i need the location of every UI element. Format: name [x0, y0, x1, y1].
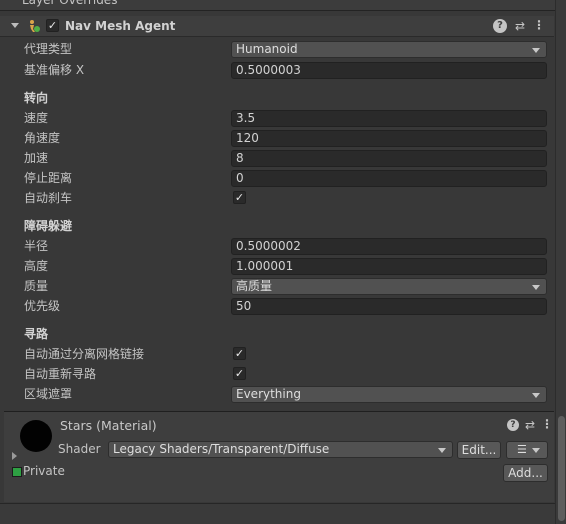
height-field[interactable]: 1.000001: [231, 258, 547, 275]
list-icon: ☰: [517, 443, 527, 456]
area-mask-label: 区域遮罩: [24, 387, 73, 401]
angular-speed-label: 角速度: [24, 131, 61, 145]
shader-label: Shader: [58, 442, 101, 456]
stopping-distance-label: 停止距离: [24, 171, 73, 185]
quality-dropdown[interactable]: 高质量: [231, 278, 547, 295]
base-offset-label: 基准偏移 X: [24, 63, 85, 77]
chevron-down-icon: [532, 48, 540, 53]
component-enabled-checkbox[interactable]: ✓: [46, 19, 59, 32]
sliders-icon[interactable]: ⇄: [523, 418, 537, 432]
pathfinding-header: 寻路: [24, 327, 49, 341]
stopping-distance-field[interactable]: 0: [231, 170, 547, 187]
speed-field[interactable]: 3.5: [231, 110, 547, 127]
base-offset-field[interactable]: 0.5000003: [231, 62, 547, 79]
material-title: Stars (Material): [60, 418, 157, 433]
nav-mesh-agent-icon: [30, 20, 40, 32]
quality-value: 高质量: [236, 279, 273, 293]
kebab-menu-icon[interactable]: ⋮: [533, 18, 545, 32]
agent-type-dropdown[interactable]: Humanoid: [231, 41, 547, 58]
angular-speed-field[interactable]: 120: [231, 130, 547, 147]
area-mask-value: Everything: [236, 387, 301, 401]
help-icon[interactable]: ?: [493, 19, 507, 33]
avoidance-header: 障碍躲避: [24, 219, 73, 233]
shader-list-button[interactable]: ☰: [506, 441, 548, 459]
edit-shader-button[interactable]: Edit...: [457, 441, 501, 459]
help-icon[interactable]: ?: [507, 419, 519, 431]
add-button[interactable]: Add...: [503, 464, 548, 482]
component-header[interactable]: ✓ Nav Mesh Agent ? ⇄ ⋮: [0, 16, 554, 37]
material-section: Stars (Material) ? ⇄ ⋮ Shader Legacy Sha…: [4, 411, 554, 502]
radius-label: 半径: [24, 239, 49, 253]
priority-label: 优先级: [24, 299, 61, 313]
top-strip: Layer Overrides: [0, 0, 566, 11]
foldout-arrow-icon[interactable]: [11, 23, 19, 28]
scrollbar-track[interactable]: [555, 0, 566, 524]
sliders-icon[interactable]: ⇄: [513, 19, 527, 33]
area-mask-dropdown[interactable]: Everything: [231, 386, 547, 403]
chevron-down-icon: [532, 448, 540, 453]
acceleration-label: 加速: [24, 151, 49, 165]
shader-dropdown[interactable]: Legacy Shaders/Transparent/Diffuse: [108, 441, 453, 458]
acceleration-field[interactable]: 8: [231, 150, 547, 167]
chevron-down-icon: [438, 448, 446, 453]
auto-traverse-checkbox[interactable]: ✓: [233, 347, 246, 360]
auto-braking-label: 自动刹车: [24, 191, 73, 205]
kebab-menu-icon[interactable]: ⋮: [541, 417, 553, 431]
chevron-down-icon: [532, 393, 540, 398]
radius-field[interactable]: 0.5000002: [231, 238, 547, 255]
speed-label: 速度: [24, 111, 49, 125]
material-preview-icon: [20, 420, 52, 452]
shader-value: Legacy Shaders/Transparent/Diffuse: [113, 442, 330, 456]
auto-braking-checkbox[interactable]: ✓: [233, 191, 246, 204]
steering-header: 转向: [24, 91, 49, 105]
material-foldout-icon[interactable]: [12, 452, 17, 460]
scrollbar-thumb[interactable]: [558, 416, 565, 521]
auto-repath-checkbox[interactable]: ✓: [233, 367, 246, 380]
component-title: Nav Mesh Agent: [65, 19, 176, 33]
bottom-area: [0, 504, 566, 524]
priority-field[interactable]: 50: [231, 298, 547, 315]
height-label: 高度: [24, 259, 49, 273]
layer-overrides-label: Layer Overrides: [22, 0, 118, 7]
agent-type-label: 代理类型: [24, 42, 73, 56]
private-label: Private: [23, 464, 65, 478]
auto-traverse-label: 自动通过分离网格链接: [24, 347, 145, 361]
quality-label: 质量: [24, 279, 49, 293]
private-checkbox[interactable]: [12, 467, 22, 477]
auto-repath-label: 自动重新寻路: [24, 367, 97, 381]
chevron-down-icon: [532, 285, 540, 290]
agent-type-value: Humanoid: [236, 42, 298, 56]
